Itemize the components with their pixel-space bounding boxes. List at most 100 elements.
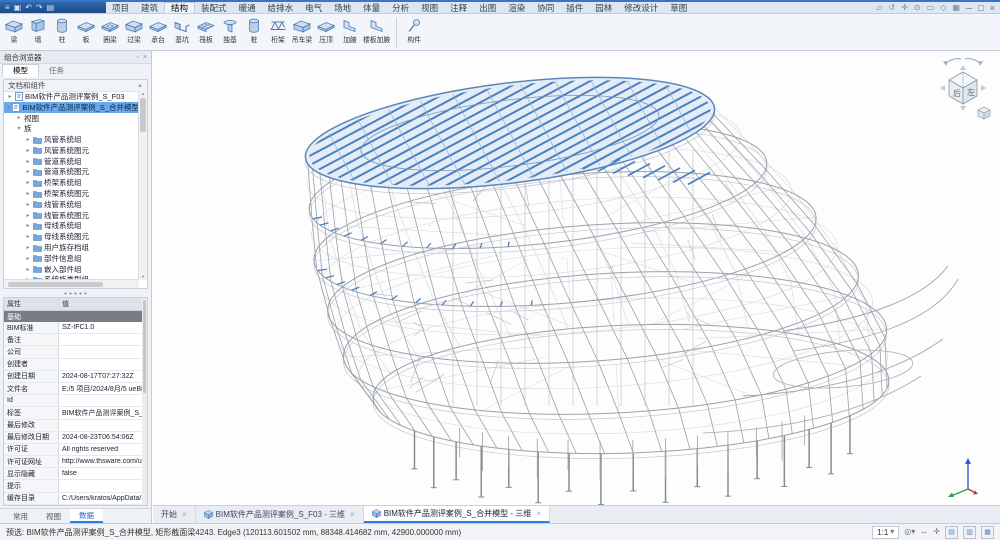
tree-item[interactable]: ▸管道系统组 — [4, 156, 139, 167]
mini-cube-icon[interactable] — [978, 107, 990, 119]
tree-item[interactable]: ▸BIM软件产品测评案例_S_F03 — [4, 91, 139, 102]
property-row[interactable]: 最后修改 — [4, 420, 147, 432]
ribbon-tab-3[interactable]: 结构 — [164, 2, 195, 13]
move-icon[interactable]: ↔ — [920, 527, 928, 537]
chevron-down-icon[interactable]: ▾ — [7, 104, 10, 111]
ribbon-button-beam-1[interactable]: 梁 — [2, 16, 26, 44]
chevron-right-icon[interactable]: ▸ — [16, 114, 22, 121]
ribbon-tab-17[interactable]: 园林 — [589, 2, 618, 13]
ribbon-tab-12[interactable]: 注释 — [444, 2, 473, 13]
rotate-cw-arrow-icon[interactable] — [965, 59, 981, 64]
property-row[interactable]: 文件名E:/5 项目/2024/8月/5 ueBIM任建... — [4, 383, 147, 395]
ribbon-tab-19[interactable]: 草图 — [664, 2, 693, 13]
viewport-canvas[interactable]: 后 左 — [153, 51, 1000, 505]
property-row[interactable]: 创建者 — [4, 359, 147, 371]
ribbon-tab-2[interactable]: 建筑 — [135, 2, 164, 13]
ribbon-tab-15[interactable]: 协同 — [531, 2, 560, 13]
tree-item[interactable]: ▸母线系统组 — [4, 221, 139, 232]
minimize-icon[interactable]: ─ — [966, 3, 972, 13]
close-icon[interactable]: × — [536, 509, 541, 518]
ribbon-tab-9[interactable]: 体量 — [357, 2, 386, 13]
ribbon-tab-14[interactable]: 渲染 — [502, 2, 531, 13]
close-icon[interactable]: × — [350, 510, 355, 519]
grid-toggle-icon[interactable]: ▦ — [981, 526, 994, 539]
scale-dropdown[interactable]: 1:1 ▾ — [872, 526, 899, 539]
chevron-right-icon[interactable]: ▸ — [25, 222, 31, 229]
selection-filter-icon[interactable]: ◎▾ — [904, 527, 915, 537]
cube-right-arrow-icon[interactable] — [981, 85, 986, 91]
panel-bottom-tab-2[interactable]: 视图 — [37, 509, 70, 523]
ribbon-tab-10[interactable]: 分析 — [386, 2, 415, 13]
section-tool-icon[interactable]: ◇ — [940, 3, 946, 13]
tree-item[interactable]: ▸线管系统图元 — [4, 210, 139, 221]
tree-item[interactable]: ▾BIM软件产品测评案例_S_合并模型 — [4, 102, 139, 113]
tree-item[interactable]: ▸风管系统图元 — [4, 145, 139, 156]
ribbon-button-pile-10[interactable]: 独基 — [218, 16, 242, 44]
ribbon-button-beam-13[interactable]: 吊车梁 — [290, 16, 314, 44]
ribbon-button-pit-8[interactable]: 基坑 — [170, 16, 194, 44]
tree-item[interactable]: ▸用户族存档组 — [4, 242, 139, 253]
ribbon-button-beam-6[interactable]: 过梁 — [122, 16, 146, 44]
tree-item[interactable]: ▾族 — [4, 123, 139, 134]
cube-face-back-label[interactable]: 后 — [953, 88, 961, 98]
ribbon-tab-4[interactable]: 装配式 — [195, 2, 233, 13]
shaded-toggle-icon[interactable]: ▥ — [963, 526, 976, 539]
panel-close-icon[interactable]: × — [143, 54, 147, 61]
property-row[interactable]: 公司 — [4, 346, 147, 358]
chevron-right-icon[interactable]: ▸ — [25, 168, 31, 175]
tree-item[interactable]: ▸桥架系统图元 — [4, 188, 139, 199]
tree-horizontal-scrollbar[interactable] — [4, 279, 139, 288]
cube-face-left-label[interactable]: 左 — [967, 87, 975, 97]
ribbon-button-truss-12[interactable]: 桁架 — [266, 16, 290, 44]
menu-icon[interactable]: ≡ — [5, 4, 10, 12]
select-tool-icon[interactable]: ▱ — [876, 3, 882, 13]
3d-model-wireframe[interactable] — [153, 51, 1000, 505]
panel-bottom-tab-1[interactable]: 常用 — [4, 509, 37, 523]
close-icon[interactable]: × — [182, 510, 187, 519]
scrollbar-thumb[interactable] — [8, 282, 103, 287]
ribbon-tab-1[interactable]: 项目 — [106, 2, 135, 13]
ribbon-tab-16[interactable]: 插件 — [560, 2, 589, 13]
ribbon-tab-13[interactable]: 出图 — [473, 2, 502, 13]
ribbon-button-ring-5[interactable]: 圈梁 — [98, 16, 122, 44]
chevron-right-icon[interactable]: ▸ — [25, 190, 31, 197]
display-tool-icon[interactable]: ▦ — [952, 3, 960, 13]
ribbon-button-slab-7[interactable]: 承台 — [146, 16, 170, 44]
ribbon-button-grid-9[interactable]: 筏板 — [194, 16, 218, 44]
property-row[interactable]: 标签BIM软件产品测评案例_S_合并模型 — [4, 407, 147, 419]
navigation-cube[interactable]: 后 左 — [949, 72, 977, 104]
orbit-tool-icon[interactable]: ↺ — [889, 3, 896, 13]
property-row[interactable]: 最后修改日期2024-08-23T06:54:06Z — [4, 432, 147, 444]
ribbon-button-angle-15[interactable]: 加腋 — [338, 16, 362, 44]
rotate-ccw-arrow-icon[interactable] — [945, 59, 961, 64]
chevron-right-icon[interactable]: ▸ — [25, 233, 31, 240]
wireframe-toggle-icon[interactable]: ▤ — [945, 526, 958, 539]
panel-bottom-tab-3[interactable]: 数据 — [70, 509, 103, 523]
pan-tool-icon[interactable]: ✛ — [901, 3, 908, 13]
collapse-all-icon[interactable]: ▲ — [137, 83, 143, 89]
tree-vertical-scrollbar[interactable]: ▲ ▼ — [138, 91, 147, 280]
scroll-up-icon[interactable]: ▲ — [141, 91, 145, 97]
property-row[interactable]: 缓存目录C:/Users/kratos/AppData/Local/... — [4, 493, 147, 505]
document-tab-1[interactable]: BIM软件产品测评案例_S_F03 - 三维× — [196, 506, 364, 523]
browser-tab-1[interactable]: 模型 — [2, 64, 39, 77]
chevron-down-icon[interactable]: ▾ — [16, 125, 22, 132]
measure-tool-icon[interactable]: ▭ — [927, 3, 935, 13]
property-row[interactable]: 许可证All rights reserved — [4, 444, 147, 456]
ribbon-tab-7[interactable]: 电气 — [299, 2, 328, 13]
cube-up-arrow-icon[interactable] — [960, 65, 966, 70]
ribbon-tab-6[interactable]: 给排水 — [262, 2, 300, 13]
tree-item[interactable]: ▸母线系统图元 — [4, 231, 139, 242]
chevron-right-icon[interactable]: ▸ — [25, 179, 31, 186]
tree-item[interactable]: ▸嵌入部件组 — [4, 264, 139, 275]
chevron-right-icon[interactable]: ▸ — [25, 158, 31, 165]
cube-left-arrow-icon[interactable] — [940, 85, 945, 91]
chevron-right-icon[interactable]: ▸ — [25, 147, 31, 154]
tree-item[interactable]: ▸视图 — [4, 113, 139, 124]
chevron-right-icon[interactable]: ▸ — [25, 212, 31, 219]
property-row[interactable]: 许可证网址http://www.thsware.com/uebim/ — [4, 456, 147, 468]
tree-item[interactable]: ▸线管系统组 — [4, 199, 139, 210]
property-row[interactable]: BIM标准SZ-IFC1.0 — [4, 322, 147, 334]
chevron-right-icon[interactable]: ▸ — [25, 136, 31, 143]
start-tab[interactable]: 开始× — [153, 506, 196, 523]
